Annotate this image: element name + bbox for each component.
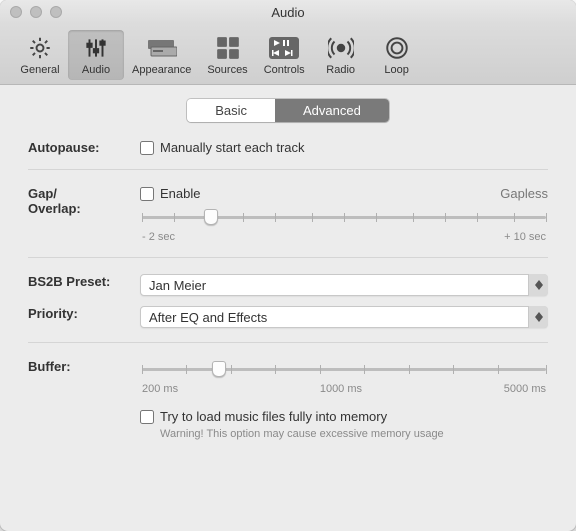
gap-enable-label: Enable	[160, 186, 200, 201]
toolbar-item-sources[interactable]: Sources	[199, 30, 255, 80]
bs2b-select[interactable]: Jan Meier	[140, 274, 548, 296]
gap-slider-thumb[interactable]	[204, 209, 218, 225]
appearance-icon	[147, 37, 177, 59]
loop-icon	[384, 35, 410, 61]
gap-label: Gap/ Overlap:	[28, 186, 140, 216]
bs2b-label: BS2B Preset:	[28, 274, 140, 289]
toolbar-item-audio[interactable]: Audio	[68, 30, 124, 80]
memory-checkbox[interactable]	[140, 410, 154, 424]
select-stepper-icon	[528, 274, 548, 296]
divider	[28, 257, 548, 258]
gapless-label: Gapless	[500, 186, 548, 201]
sliders-icon	[83, 35, 109, 61]
toolbar-item-appearance[interactable]: Appearance	[124, 30, 199, 80]
radio-icon	[328, 35, 354, 61]
content-area: Basic Advanced Autopause: Manually start…	[0, 85, 576, 476]
select-stepper-icon	[528, 306, 548, 328]
window-title: Audio	[0, 5, 576, 20]
autopause-checkbox-row[interactable]: Manually start each track	[140, 140, 548, 155]
bs2b-value: Jan Meier	[149, 278, 206, 293]
preferences-window: Audio General Audio Appearance Sources	[0, 0, 576, 531]
playback-controls-icon	[269, 37, 299, 59]
priority-value: After EQ and Effects	[149, 310, 267, 325]
titlebar: Audio	[0, 0, 576, 24]
prefs-toolbar: General Audio Appearance Sources Control…	[0, 24, 576, 85]
gear-icon	[27, 35, 53, 61]
autopause-checkbox-label: Manually start each track	[160, 140, 305, 155]
buffer-slider[interactable]	[142, 359, 546, 379]
priority-label: Priority:	[28, 306, 140, 321]
buffer-mid-label: 1000 ms	[178, 383, 504, 395]
toolbar-item-loop[interactable]: Loop	[369, 30, 425, 80]
autopause-checkbox[interactable]	[140, 141, 154, 155]
buffer-label: Buffer:	[28, 359, 140, 374]
gap-max-label: + 10 sec	[504, 231, 546, 243]
memory-warning: Warning! This option may cause excessive…	[160, 428, 548, 440]
tab-basic[interactable]: Basic	[187, 99, 275, 122]
gap-enable-row[interactable]: Enable	[140, 186, 200, 201]
gap-enable-checkbox[interactable]	[140, 187, 154, 201]
autopause-label: Autopause:	[28, 140, 140, 155]
subtab-segmented: Basic Advanced	[28, 99, 548, 122]
gap-min-label: - 2 sec	[142, 231, 175, 243]
tab-advanced[interactable]: Advanced	[275, 99, 389, 122]
gap-slider[interactable]	[142, 207, 546, 227]
memory-checkbox-row[interactable]: Try to load music files fully into memor…	[140, 409, 548, 424]
divider	[28, 169, 548, 170]
toolbar-item-controls[interactable]: Controls	[256, 30, 313, 80]
priority-select[interactable]: After EQ and Effects	[140, 306, 548, 328]
memory-checkbox-label: Try to load music files fully into memor…	[160, 409, 387, 424]
toolbar-item-general[interactable]: General	[12, 30, 68, 80]
buffer-max-label: 5000 ms	[504, 383, 546, 395]
buffer-min-label: 200 ms	[142, 383, 178, 395]
toolbar-item-radio[interactable]: Radio	[313, 30, 369, 80]
puzzle-icon	[215, 35, 241, 61]
divider	[28, 342, 548, 343]
buffer-slider-thumb[interactable]	[212, 361, 226, 377]
